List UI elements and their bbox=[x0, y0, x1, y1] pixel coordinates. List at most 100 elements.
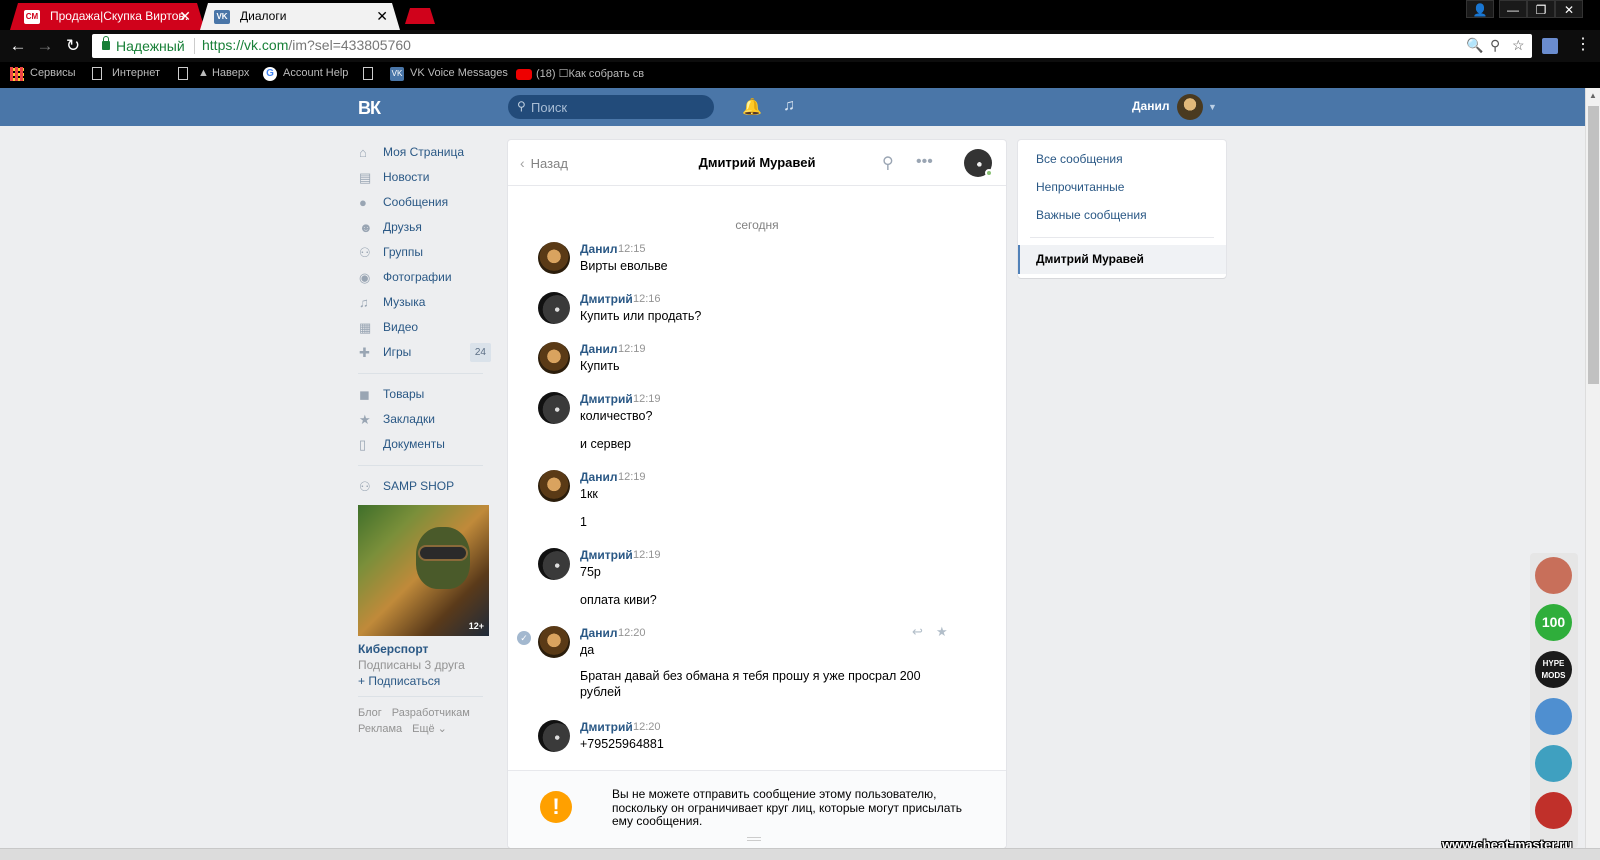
browser-menu-icon[interactable]: ⋮ bbox=[1575, 34, 1591, 54]
filter-current-chat[interactable]: Дмитрий Муравей bbox=[1018, 245, 1226, 274]
close-icon[interactable]: ✕ bbox=[179, 3, 191, 30]
extension-icon[interactable] bbox=[1542, 38, 1558, 54]
message-avatar[interactable] bbox=[538, 392, 570, 424]
vk-logo[interactable]: ВК bbox=[358, 98, 381, 119]
search-box[interactable]: ⚲ bbox=[508, 95, 714, 119]
chevron-down-icon[interactable]: ▼ bbox=[1208, 102, 1217, 112]
message-author[interactable]: Дмитрий bbox=[580, 292, 633, 306]
promo-image[interactable]: 12+ bbox=[358, 505, 489, 636]
nav-label: Закладки bbox=[383, 412, 435, 426]
nav-groups[interactable]: ⚇ Группы bbox=[358, 240, 493, 265]
browser-tab-2-active[interactable]: VK Диалоги ✕ bbox=[200, 3, 400, 30]
footer-blog-link[interactable]: Блог bbox=[358, 707, 382, 719]
ext-steam-icon[interactable] bbox=[1535, 792, 1572, 829]
message-author[interactable]: Данил bbox=[580, 242, 617, 256]
message-text: Братан давай без обмана я тебя прошу я у… bbox=[580, 669, 921, 683]
reload-icon[interactable]: ↻ bbox=[61, 34, 85, 58]
back-arrow-icon[interactable]: ← bbox=[6, 34, 30, 58]
nav-friends[interactable]: ☻ Друзья bbox=[358, 215, 493, 240]
address-bar[interactable]: Надежный https://vk.com/im?sel=433805760… bbox=[92, 34, 1532, 58]
url-text[interactable]: https://vk.com/im?sel=433805760 bbox=[202, 37, 411, 53]
minimize-icon[interactable]: — bbox=[1499, 0, 1527, 18]
nav-bookmarks[interactable]: ★ Закладки bbox=[358, 407, 493, 432]
message-avatar[interactable] bbox=[538, 470, 570, 502]
filter-all-messages[interactable]: Все сообщения bbox=[1036, 152, 1123, 166]
zoom-icon[interactable]: 🔍 bbox=[1466, 37, 1483, 54]
message-avatar[interactable] bbox=[538, 242, 570, 274]
notice-text: Вы не можете отправить сообщение этому п… bbox=[612, 787, 962, 828]
restore-icon[interactable]: ❐ bbox=[1527, 0, 1555, 18]
browser-tabbar: CM Продажа|Скупка Виртов. ✕ VK Диалоги ✕… bbox=[0, 0, 1600, 30]
window-close-icon[interactable]: ✕ bbox=[1555, 0, 1583, 18]
filter-unread[interactable]: Непрочитанные bbox=[1036, 180, 1124, 194]
browser-tab-1[interactable]: CM Продажа|Скупка Виртов. ✕ bbox=[10, 3, 205, 30]
star-icon[interactable]: ★ bbox=[936, 624, 948, 640]
url-separator bbox=[194, 38, 195, 54]
resize-handle[interactable] bbox=[747, 837, 761, 841]
message-author[interactable]: Дмитрий bbox=[580, 720, 633, 734]
message-text: 1кк bbox=[580, 487, 598, 501]
bookmark-services[interactable]: Сервисы bbox=[10, 67, 76, 81]
search-icon[interactable]: ⚲ bbox=[882, 153, 894, 173]
new-tab-button[interactable] bbox=[405, 8, 435, 24]
nav-games[interactable]: ✚ Игры 24 bbox=[358, 340, 493, 365]
profile-icon[interactable]: 👤 bbox=[1466, 0, 1494, 18]
ext-avatar-5[interactable] bbox=[1535, 745, 1572, 782]
message-avatar[interactable] bbox=[538, 342, 570, 374]
filter-important[interactable]: Важные сообщения bbox=[1036, 208, 1147, 222]
ext-avatar-1[interactable] bbox=[1535, 557, 1572, 594]
more-icon[interactable]: ••• bbox=[916, 153, 933, 171]
message-author[interactable]: Данил bbox=[580, 626, 617, 640]
message-avatar[interactable] bbox=[538, 720, 570, 752]
subscribe-link[interactable]: + Подписаться bbox=[358, 674, 493, 688]
footer-ads-link[interactable]: Реклама bbox=[358, 723, 402, 735]
message-text: оплата киви? bbox=[580, 593, 657, 607]
ext-hype-mods[interactable]: HYPE MODS bbox=[1535, 651, 1572, 688]
forward-arrow-icon[interactable]: → bbox=[33, 34, 57, 58]
bookmark-up[interactable]: ▲ Наверх bbox=[178, 67, 249, 80]
scroll-up-icon[interactable]: ▲ bbox=[1589, 91, 1597, 100]
page-icon bbox=[178, 67, 188, 80]
message-author[interactable]: Дмитрий bbox=[580, 392, 633, 406]
bookmark-vk-voice[interactable]: VK VK Voice Messages bbox=[390, 67, 508, 81]
music-note-icon[interactable]: ♫ bbox=[783, 97, 795, 115]
star-icon[interactable]: ☆ bbox=[1512, 37, 1525, 54]
bookmarks-bar: Сервисы Интернет ▲ Наверх G Account Help … bbox=[0, 62, 1600, 88]
header-user-name[interactable]: Данил bbox=[1132, 99, 1169, 113]
bookmark-internet[interactable]: Интернет bbox=[92, 67, 160, 80]
message-author[interactable]: Данил bbox=[580, 470, 617, 484]
header-avatar[interactable] bbox=[1177, 94, 1203, 120]
bookmark-account-help[interactable]: G Account Help bbox=[263, 67, 348, 81]
footer-dev-link[interactable]: Разработчикам bbox=[392, 707, 470, 719]
message-author[interactable]: Дмитрий bbox=[580, 548, 633, 562]
promo-title[interactable]: Киберспорт bbox=[358, 642, 493, 656]
nav-goods[interactable]: ◼ Товары bbox=[358, 382, 493, 407]
ext-avatar-4[interactable] bbox=[1535, 698, 1572, 735]
search-input[interactable] bbox=[531, 98, 701, 116]
ext-100-badge[interactable]: 100 bbox=[1535, 604, 1572, 641]
nav-documents[interactable]: ▯ Документы bbox=[358, 432, 493, 457]
bookmark-youtube[interactable]: (18) ☐Как собрать св bbox=[516, 67, 644, 80]
key-icon[interactable]: ⚲ bbox=[1490, 37, 1500, 54]
scrollbar-thumb[interactable] bbox=[1588, 106, 1599, 384]
footer-more-link[interactable]: Ещё ⌄ bbox=[412, 723, 447, 735]
reply-icon[interactable]: ↩ bbox=[912, 624, 923, 640]
message-time: 12:19 bbox=[633, 549, 661, 561]
bell-icon[interactable]: 🔔 bbox=[742, 97, 762, 117]
left-footer: Блог Разработчикам Реклама Ещё ⌄ bbox=[358, 705, 493, 737]
nav-messages[interactable]: ● Сообщения bbox=[358, 190, 493, 215]
nav-photos[interactable]: ◉ Фотографии bbox=[358, 265, 493, 290]
nav-news[interactable]: ▤ Новости bbox=[358, 165, 493, 190]
nav-music[interactable]: ♫ Музыка bbox=[358, 290, 493, 315]
nav-video[interactable]: ▦ Видео bbox=[358, 315, 493, 340]
nav-group-samp-shop[interactable]: ⚇ SAMP SHOP bbox=[358, 474, 493, 499]
nav-my-page[interactable]: ⌂ Моя Страница bbox=[358, 140, 493, 165]
photos-icon: ◉ bbox=[359, 270, 371, 285]
message-avatar[interactable] bbox=[538, 548, 570, 580]
close-icon[interactable]: ✕ bbox=[376, 3, 388, 30]
message-author[interactable]: Данил bbox=[580, 342, 617, 356]
page-scrollbar[interactable]: ▲ bbox=[1585, 88, 1600, 848]
message-avatar[interactable] bbox=[538, 626, 570, 658]
message-avatar[interactable] bbox=[538, 292, 570, 324]
group-icon: ⚇ bbox=[359, 479, 371, 494]
